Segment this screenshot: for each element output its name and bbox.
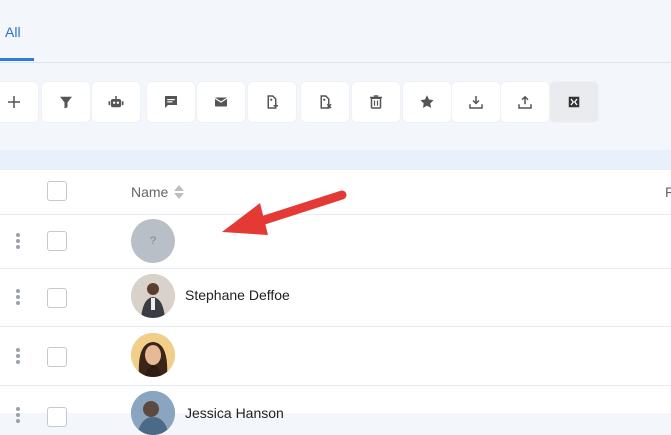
mail-icon — [214, 97, 228, 107]
email-button[interactable] — [197, 82, 245, 122]
row-checkbox[interactable] — [47, 231, 67, 251]
contact-name[interactable]: Stephane Deffoe — [185, 287, 290, 303]
star-icon — [420, 95, 434, 108]
filter-button[interactable] — [42, 82, 90, 122]
table-row[interactable] — [0, 326, 671, 386]
info-band — [0, 150, 671, 170]
row-menu-icon[interactable] — [16, 289, 20, 307]
trash-icon — [370, 95, 382, 109]
message-button[interactable] — [147, 82, 195, 122]
person-photo-icon — [131, 274, 175, 318]
avatar: ? — [131, 219, 175, 263]
contact-name[interactable]: Jessica Hanson — [185, 405, 284, 421]
add-tag-button[interactable] — [248, 82, 296, 122]
merge-icon — [568, 96, 580, 108]
chat-icon — [165, 96, 177, 108]
row-menu-icon[interactable] — [16, 348, 20, 366]
next-column-header: F — [665, 184, 671, 200]
tag-add-icon — [267, 95, 278, 109]
tab-bar: All — [0, 0, 671, 63]
select-all-checkbox[interactable] — [47, 181, 67, 201]
toolbar — [0, 82, 671, 122]
person-photo-icon — [131, 391, 175, 435]
avatar-placeholder-glyph: ? — [149, 235, 157, 247]
avatar — [131, 333, 175, 377]
merge-button[interactable] — [550, 82, 598, 122]
bot-button[interactable] — [92, 82, 140, 122]
tag-remove-icon — [320, 95, 332, 109]
download-icon — [469, 96, 483, 109]
plus-icon — [8, 96, 20, 108]
table-row[interactable]: Stephane Deffoe — [0, 268, 671, 327]
table-row[interactable]: Jessica Hanson — [0, 385, 671, 435]
delete-button[interactable] — [352, 82, 400, 122]
filter-icon — [60, 96, 72, 109]
row-menu-icon[interactable] — [16, 407, 20, 425]
name-column-header[interactable]: Name — [131, 184, 168, 200]
avatar — [131, 274, 175, 318]
row-menu-icon[interactable] — [16, 233, 20, 251]
row-checkbox[interactable] — [47, 407, 67, 427]
tab-all[interactable]: All — [5, 24, 21, 40]
robot-icon — [108, 96, 124, 108]
add-button[interactable] — [0, 82, 38, 122]
favorite-button[interactable] — [403, 82, 451, 122]
annotation-arrow-icon — [222, 190, 347, 235]
tab-active-indicator — [0, 58, 34, 61]
row-checkbox[interactable] — [47, 288, 67, 308]
upload-icon — [518, 95, 532, 109]
upload-button[interactable] — [501, 82, 549, 122]
sort-icon[interactable] — [173, 184, 185, 200]
remove-tag-button[interactable] — [301, 82, 349, 122]
avatar — [131, 391, 175, 435]
person-photo-icon — [131, 333, 175, 377]
download-button[interactable] — [452, 82, 500, 122]
row-checkbox[interactable] — [47, 347, 67, 367]
